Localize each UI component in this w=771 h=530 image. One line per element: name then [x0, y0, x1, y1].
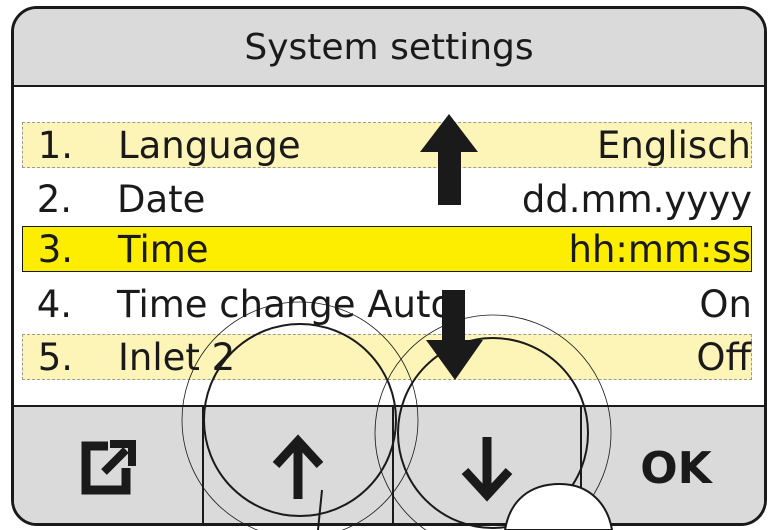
menu-item-number: 1. [37, 123, 73, 167]
menu-item-value: Off [696, 335, 751, 379]
menu-item-label: Language [118, 123, 301, 167]
softkey-bar: OK [14, 405, 764, 523]
menu-item-time-change-auto[interactable]: 4. Time change Auto On [22, 281, 752, 327]
menu-item-number: 3. [37, 227, 73, 271]
title-bar: System settings [14, 9, 764, 87]
menu-item-number: 2. [36, 177, 72, 221]
scroll-up-button[interactable] [204, 407, 392, 523]
ok-label: OK [640, 442, 712, 494]
arrow-down-icon [461, 437, 513, 502]
device-display: System settings 1. Language Englisch 2. … [11, 6, 767, 526]
menu-item-value: On [699, 282, 752, 326]
menu-item-label: Time change Auto [117, 282, 454, 326]
exit-icon [81, 440, 136, 495]
menu-item-number: 4. [36, 282, 72, 326]
menu-item-value: Englisch [597, 123, 751, 167]
menu-item-value: hh:mm:ss [568, 227, 751, 271]
menu-item-inlet-2[interactable]: 5. Inlet 2 Off [22, 334, 752, 380]
menu-item-value: dd.mm.yyyy [521, 177, 752, 221]
menu-item-date[interactable]: 2. Date dd.mm.yyyy [22, 176, 752, 222]
arrow-up-icon [272, 434, 324, 499]
page-title: System settings [244, 26, 534, 68]
menu-item-label: Time [118, 227, 209, 271]
menu-item-label: Inlet 2 [118, 335, 236, 379]
menu-item-time[interactable]: 3. Time hh:mm:ss [22, 226, 752, 272]
menu-item-language[interactable]: 1. Language Englisch [22, 122, 752, 168]
exit-button[interactable] [14, 407, 202, 523]
menu-item-number: 5. [37, 335, 73, 379]
ok-button[interactable]: OK [582, 407, 764, 523]
scroll-down-button[interactable] [394, 407, 580, 523]
menu-item-label: Date [117, 177, 206, 221]
